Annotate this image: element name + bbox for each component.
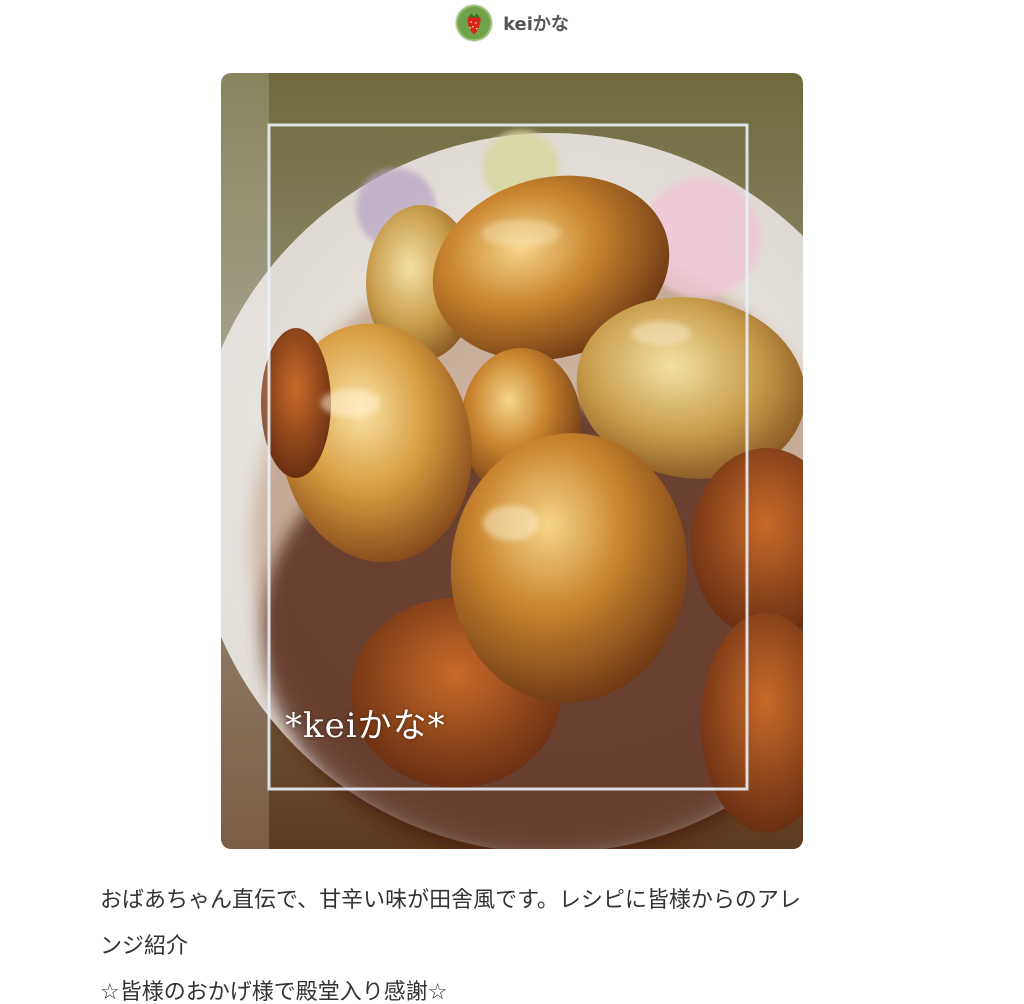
description-line-3: ☆皆様のおかげ様で殿堂入り感謝☆ bbox=[100, 980, 448, 1004]
recipe-description: おばあちゃん直伝で、甘辛い味が田舎風です。レシピに皆様からのアレ ンジ紹介 ☆皆… bbox=[100, 878, 940, 1004]
description-line-1: おばあちゃん直伝で、甘辛い味が田舎風です。レシピに皆様からのアレ bbox=[100, 888, 801, 913]
description-line-2: ンジ紹介 bbox=[100, 934, 189, 959]
strawberry-avatar-icon bbox=[456, 5, 493, 41]
author-header[interactable]: keiかな bbox=[0, 3, 1024, 43]
recipe-photo[interactable]: *keiかな* bbox=[221, 73, 803, 849]
author-name[interactable]: keiかな bbox=[503, 10, 569, 36]
author-avatar[interactable] bbox=[455, 4, 494, 42]
recipe-page: keiかな *keiかな* おばあちゃん直伝で、甘辛い味が田舎風です。レシピに皆… bbox=[0, 0, 1024, 1004]
photo-watermark: *keiかな* bbox=[285, 706, 446, 746]
